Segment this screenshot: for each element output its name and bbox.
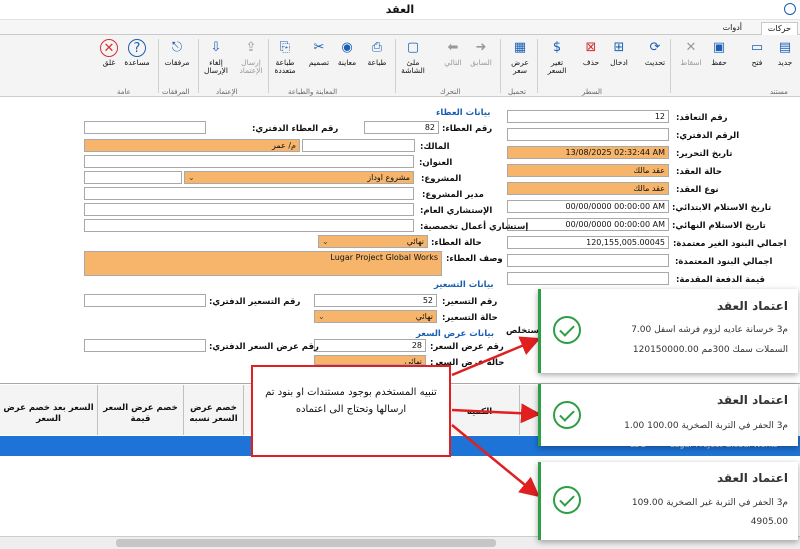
toast-title: اعتماد العقد: [716, 393, 788, 407]
arrow-to-toast-2: [451, 403, 541, 424]
toast-title: اعتماد العقد: [716, 471, 788, 485]
check-circle-icon: [553, 486, 581, 514]
toast-line: السملات سمك 300مم 120150000.00: [632, 345, 788, 355]
toast-title: اعتماد العقد: [716, 299, 788, 313]
approval-toast-3[interactable]: اعتماد العقد م3 الحفر في التربة غير الصخ…: [538, 462, 798, 540]
toast-line: م3 الحفر في التربة الصخرية 100.00 1.00: [624, 421, 788, 431]
toast-line: 4905.00: [750, 517, 788, 527]
check-circle-icon: [553, 401, 581, 429]
approval-toast-1[interactable]: اعتماد العقد م3 خرسانة عاديه لزوم فرشه ا…: [538, 289, 798, 373]
toast-line: م3 خرسانة عاديه لزوم فرشه اسفل 7.00: [631, 325, 788, 335]
approval-toast-2[interactable]: اعتماد العقد م3 الحفر في التربة الصخرية …: [538, 384, 798, 446]
arrow-to-toast-3: [451, 424, 540, 498]
arrow-to-toast-1: [451, 336, 541, 377]
toast-line: م3 الحفر في التربة غير الصخرية 109.00: [631, 498, 788, 508]
check-circle-icon: [553, 316, 581, 344]
